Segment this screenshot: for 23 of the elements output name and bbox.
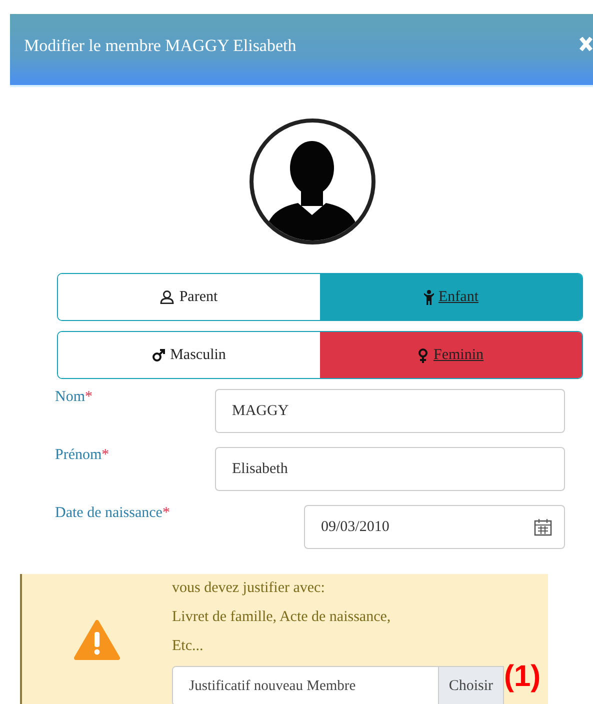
toggle-option[interactable]: Feminin: [320, 332, 582, 378]
modal-title: Modifier le membre MAGGY Elisabeth: [24, 36, 296, 56]
file-input[interactable]: Justificatif nouveau Membre Choisir: [172, 666, 504, 704]
warning-icon: [74, 619, 120, 661]
toggle-option[interactable]: Enfant: [320, 274, 582, 320]
alert-text: Etc...: [172, 637, 204, 656]
person-outline-icon: [160, 290, 174, 304]
alert-text: vous devez justifier avec:: [172, 579, 326, 598]
field-label: Nom*: [55, 389, 92, 406]
annotation-label: (1): [504, 662, 541, 692]
calendar-icon[interactable]: [534, 518, 552, 536]
choose-file-button[interactable]: Choisir: [438, 667, 503, 704]
input-field[interactable]: MAGGY: [215, 389, 565, 433]
male-symbol-icon: [152, 348, 166, 362]
close-icon[interactable]: [579, 36, 593, 52]
alert-text: Livret de famille, Acte de naissance,: [172, 608, 392, 627]
female-symbol-icon: [418, 348, 428, 362]
date-field[interactable]: 09/03/2010: [304, 505, 565, 549]
avatar-silhouette-icon: [249, 118, 376, 245]
field-label: Date de naissance*: [55, 505, 170, 522]
field-label: Prénom*: [55, 447, 110, 464]
child-icon: [424, 290, 434, 304]
input-field[interactable]: Elisabeth: [215, 447, 565, 491]
